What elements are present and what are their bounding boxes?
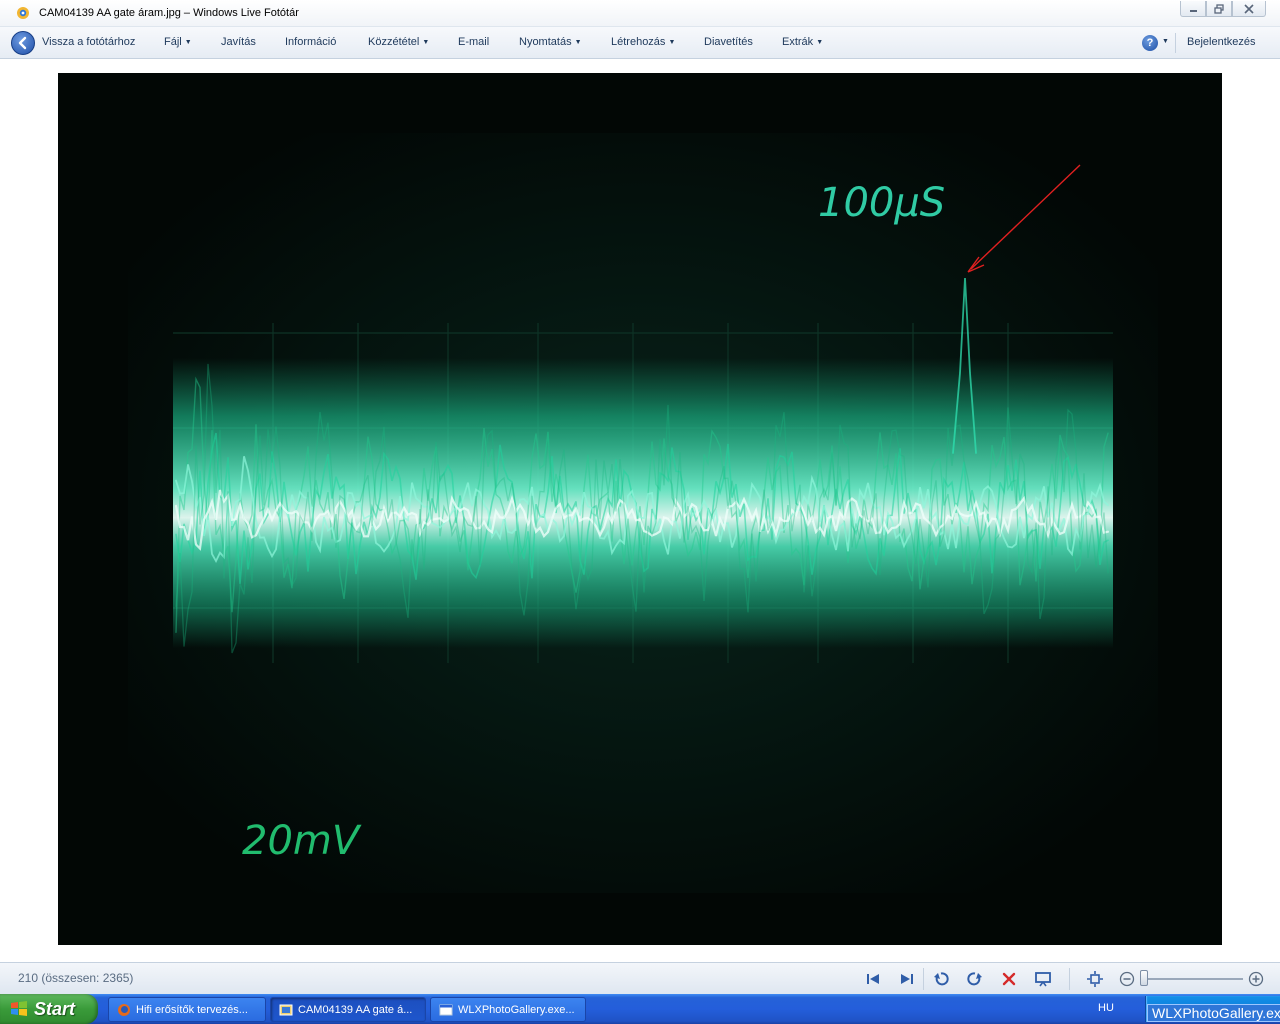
- menu-fix-label: Javítás: [221, 36, 256, 48]
- menu-fix[interactable]: Javítás: [221, 36, 256, 48]
- title-bar: CAM04139 AA gate áram.jpg – Windows Live…: [0, 0, 1280, 27]
- rotate-left-icon: [934, 972, 949, 986]
- next-icon: [901, 974, 913, 984]
- slideshow-button[interactable]: [1033, 969, 1053, 989]
- menu-extras[interactable]: Extrák ▼: [782, 36, 823, 48]
- back-arrow-icon: [18, 36, 27, 50]
- zoom-out-icon: [1119, 971, 1135, 987]
- zoom-out-button[interactable]: [1117, 969, 1137, 989]
- oscilloscope-photo: 100μS 20mV: [58, 73, 1222, 945]
- fit-to-window-button[interactable]: [1085, 969, 1105, 989]
- first-photo-button[interactable]: [863, 969, 883, 989]
- back-to-gallery-link[interactable]: Vissza a fotótárhoz: [42, 36, 135, 48]
- chevron-down-icon: ▼: [816, 39, 824, 46]
- close-button[interactable]: [1232, 1, 1266, 17]
- menu-info[interactable]: Információ: [285, 36, 336, 48]
- menu-extras-label: Extrák: [782, 36, 814, 48]
- menu-info-label: Információ: [285, 36, 337, 48]
- photo-viewer: 100μS 20mV: [0, 59, 1280, 962]
- fit-icon: [1087, 971, 1103, 987]
- window-title: CAM04139 AA gate áram.jpg – Windows Live…: [39, 7, 299, 19]
- maximize-button[interactable]: [1206, 1, 1232, 17]
- taskbar-button-label: WLXPhotoGallery.exe...: [458, 1003, 575, 1016]
- rotate-left-button[interactable]: [931, 969, 951, 989]
- menu-slideshow-label: Diavetítés: [704, 36, 753, 48]
- zoom-slider-thumb[interactable]: [1140, 970, 1148, 986]
- next-photo-button[interactable]: [897, 969, 917, 989]
- menu-file[interactable]: Fájl ▼: [164, 36, 192, 48]
- help-icon[interactable]: ?: [1142, 35, 1158, 51]
- start-button[interactable]: Start: [0, 994, 98, 1024]
- start-label: Start: [34, 998, 76, 1019]
- rotate-right-icon: [967, 972, 982, 986]
- previous-icon: [867, 974, 879, 984]
- sign-in-link[interactable]: Bejelentkezés: [1187, 36, 1256, 48]
- tray-tooltip: WLXPhotoGallery.exe: [1147, 1004, 1280, 1022]
- restore-icon: [1214, 3, 1224, 14]
- zoom-slider-track[interactable]: [1140, 978, 1243, 980]
- taskbar: Start Hifi erősítők tervezés... CAM04139…: [0, 994, 1280, 1024]
- toolbar-divider: [1175, 33, 1176, 53]
- chevron-down-icon: ▼: [668, 39, 676, 46]
- menu-email[interactable]: E-mail: [458, 36, 489, 48]
- minimize-button[interactable]: [1180, 1, 1206, 17]
- slideshow-icon: [1035, 972, 1051, 987]
- system-tray: HU WLXPhotoGallery.exe: [1085, 994, 1280, 1024]
- menu-file-label: Fájl: [164, 36, 182, 48]
- status-divider: [1069, 968, 1070, 990]
- menu-make[interactable]: Létrehozás ▼: [611, 36, 675, 48]
- delete-button[interactable]: [999, 969, 1019, 989]
- status-divider: [923, 968, 924, 990]
- command-bar: Vissza a fotótárhoz Fájl ▼ Javítás Inform…: [0, 27, 1280, 59]
- zoom-in-button[interactable]: [1246, 969, 1266, 989]
- timebase-label: 100μS: [818, 180, 945, 226]
- back-button[interactable]: [11, 31, 35, 55]
- menu-publish-label: Közzététel: [368, 36, 420, 48]
- photo-position-text: 210 (összesen: 2365): [18, 971, 134, 985]
- chevron-down-icon: ▼: [184, 39, 192, 46]
- menu-make-label: Létrehozás: [611, 36, 666, 48]
- photo-image: 100μS 20mV: [58, 73, 1222, 945]
- windows-logo-icon: [11, 1001, 27, 1016]
- language-indicator[interactable]: HU: [1098, 1002, 1114, 1014]
- taskbar-button-wlxphotogallery[interactable]: WLXPhotoGallery.exe...: [430, 997, 586, 1022]
- chevron-down-icon: ▼: [422, 39, 430, 46]
- taskbar-button-label: Hifi erősítők tervezés...: [136, 1003, 248, 1016]
- window-controls: [1180, 1, 1266, 17]
- window-icon: [439, 1004, 453, 1015]
- menu-print[interactable]: Nyomtatás ▼: [519, 36, 582, 48]
- menu-slideshow[interactable]: Diavetítés: [704, 36, 753, 48]
- photo-gallery-icon: [279, 1004, 293, 1015]
- zoom-in-icon: [1248, 971, 1264, 987]
- photo-gallery-icon: [17, 7, 29, 19]
- taskbar-button-firefox[interactable]: Hifi erősítők tervezés...: [108, 997, 266, 1022]
- menu-publish[interactable]: Közzététel ▼: [368, 36, 429, 48]
- chevron-down-icon[interactable]: ▼: [1162, 38, 1169, 45]
- menu-print-label: Nyomtatás: [519, 36, 572, 48]
- status-bar: 210 (összesen: 2365): [0, 962, 1280, 994]
- rotate-right-button[interactable]: [965, 969, 985, 989]
- voltage-label: 20mV: [242, 818, 362, 864]
- delete-icon: [1002, 972, 1016, 986]
- close-icon: [1244, 3, 1254, 14]
- chevron-down-icon: ▼: [574, 39, 582, 46]
- minimize-icon: [1189, 10, 1197, 12]
- taskbar-button-label: CAM04139 AA gate á...: [298, 1003, 413, 1016]
- firefox-icon: [118, 1003, 130, 1016]
- taskbar-button-photo-gallery[interactable]: CAM04139 AA gate á...: [270, 997, 426, 1022]
- menu-email-label: E-mail: [458, 36, 490, 48]
